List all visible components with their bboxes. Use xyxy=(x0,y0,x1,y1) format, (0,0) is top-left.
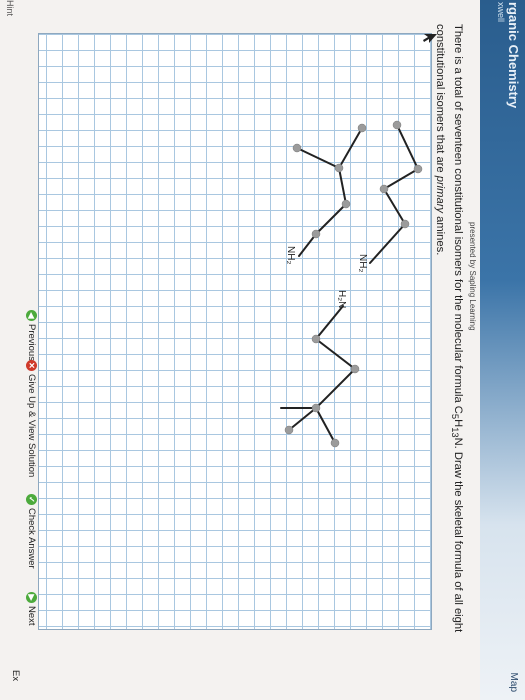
course-title: rganic Chemistry xyxy=(506,2,521,109)
question-part-4: amines. xyxy=(433,213,446,256)
check-answer-label: Check Answer xyxy=(26,508,37,569)
previous-label: Previous xyxy=(26,324,37,361)
amine-label-1: NH₂ xyxy=(357,254,368,272)
course-subtitle: xwell xyxy=(496,2,506,23)
check-icon: ✓ xyxy=(26,494,37,505)
app-header: rganic Chemistry xwell Map xyxy=(480,0,525,700)
screen: rganic Chemistry xwell Map presented by … xyxy=(0,0,525,700)
molecule-drawings[interactable]: NH₂ NH₂ H₂N xyxy=(39,34,431,629)
next-icon: ▶ xyxy=(26,592,37,603)
hint-button[interactable]: Hint xyxy=(5,0,15,16)
give-up-label: Give Up & View Solution xyxy=(26,374,37,478)
subscript-13: 13 xyxy=(449,427,460,438)
question-part-1: There is a total of seventeen constituti… xyxy=(452,24,464,414)
question-emphasis: primary xyxy=(433,175,446,214)
amine-label-3: H₂N xyxy=(336,290,347,308)
next-label: Next xyxy=(26,606,37,626)
action-bar: ◀ Previous ✕ Give Up & View Solution ✓ C… xyxy=(7,0,37,700)
amine-label-2: NH₂ xyxy=(285,246,296,264)
give-up-icon: ✕ xyxy=(26,360,37,371)
hint-label: Hint xyxy=(5,0,15,17)
previous-button[interactable]: ◀ Previous xyxy=(26,310,37,361)
question-part-2: H xyxy=(452,419,464,428)
next-button[interactable]: ▶ Next xyxy=(26,592,37,626)
check-answer-button[interactable]: ✓ Check Answer xyxy=(26,494,37,569)
previous-icon: ◀ xyxy=(26,310,37,321)
question-text: There is a total of seventeen constituti… xyxy=(432,24,465,700)
exit-label: Ex xyxy=(10,670,21,682)
presenter-credit: presented by Sapling Learning xyxy=(468,222,477,331)
map-link[interactable]: Map xyxy=(508,673,519,692)
give-up-button[interactable]: ✕ Give Up & View Solution xyxy=(26,360,37,477)
drawing-canvas[interactable]: NH₂ NH₂ H₂N xyxy=(38,33,437,630)
exit-button[interactable]: Ex xyxy=(10,670,21,681)
